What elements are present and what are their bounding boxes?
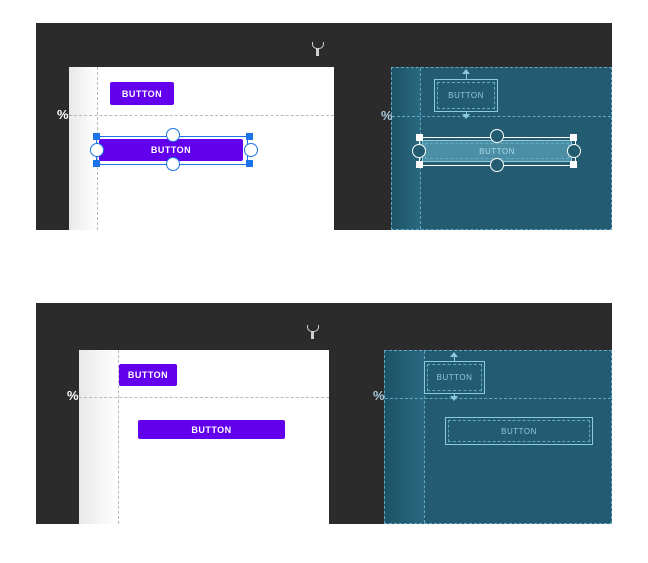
design-surface[interactable]: BUTTON BUTTON <box>79 350 329 524</box>
resize-handle-bottom-right[interactable] <box>570 161 577 168</box>
button-bottom[interactable]: BUTTON <box>138 420 285 439</box>
resize-handle-top-left[interactable] <box>416 134 423 141</box>
percent-guideline-icon[interactable]: % <box>57 108 69 122</box>
resize-handle-top-left[interactable] <box>93 133 100 140</box>
horizontal-guideline[interactable] <box>392 116 611 117</box>
percent-guideline-icon[interactable]: % <box>67 389 79 403</box>
percent-guideline-icon[interactable]: % <box>373 389 385 403</box>
horizontal-guideline[interactable] <box>385 398 611 399</box>
button-top[interactable]: BUTTON <box>424 361 485 394</box>
constraint-arrow-down <box>462 114 470 119</box>
horizontal-guideline[interactable] <box>79 397 329 398</box>
percent-guideline-icon[interactable]: % <box>381 109 393 123</box>
button-bottom[interactable]: BUTTON <box>445 417 593 445</box>
resize-handle-top-right[interactable] <box>570 134 577 141</box>
resize-handle-top-right[interactable] <box>246 133 253 140</box>
bottom-anchor-handle[interactable] <box>166 157 180 171</box>
blueprint-surface[interactable]: BUTTON BUTTON <box>384 350 612 524</box>
button-top[interactable]: BUTTON <box>434 79 498 112</box>
right-anchor-handle[interactable] <box>244 143 258 157</box>
blueprint-surface[interactable]: BUTTON BUTTON <box>391 67 612 230</box>
bottom-anchor-handle[interactable] <box>490 158 504 172</box>
left-anchor-handle[interactable] <box>412 144 426 158</box>
button-top[interactable]: BUTTON <box>110 82 174 105</box>
right-anchor-handle[interactable] <box>567 144 581 158</box>
design-surface[interactable]: BUTTON BUTTON <box>69 67 334 230</box>
layout-editor-panel-top: BUTTON BUTTON % BUTTON BUTTON % <box>36 23 612 230</box>
top-anchor-handle[interactable] <box>166 128 180 142</box>
constraint-arrow-down <box>450 396 458 401</box>
wrench-icon[interactable] <box>312 42 324 56</box>
horizontal-guideline[interactable] <box>69 115 334 116</box>
resize-handle-bottom-left[interactable] <box>93 160 100 167</box>
layout-editor-panel-bottom: BUTTON BUTTON % BUTTON BUTTON % <box>36 303 612 524</box>
margin-strip <box>79 350 118 524</box>
margin-strip <box>385 351 424 523</box>
wrench-icon[interactable] <box>307 325 319 339</box>
left-anchor-handle[interactable] <box>90 143 104 157</box>
button-top[interactable]: BUTTON <box>119 364 177 386</box>
resize-handle-bottom-left[interactable] <box>416 161 423 168</box>
top-anchor-handle[interactable] <box>490 129 504 143</box>
resize-handle-bottom-right[interactable] <box>246 160 253 167</box>
